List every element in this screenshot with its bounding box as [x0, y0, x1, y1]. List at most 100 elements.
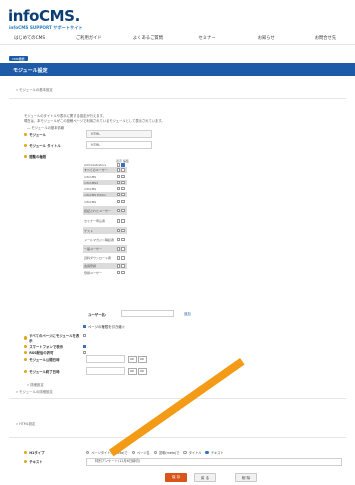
option-label: モジュール終了日時 — [24, 369, 82, 374]
view-permission-checkbox[interactable] — [116, 180, 120, 185]
permission-row: 登録ユーザー — [83, 270, 127, 275]
edit-permission-checkbox[interactable] — [121, 270, 125, 275]
permission-name: infoCMS — [84, 199, 97, 204]
permission-row: 資料ダウンロード者 — [83, 254, 127, 262]
breadcrumb[interactable]: CMS機能 — [9, 56, 28, 61]
nav-item-first-cms[interactable]: はじめてのCMS — [0, 33, 59, 44]
h1-type-radio[interactable] — [205, 450, 209, 455]
edit-permission-checkbox[interactable] — [121, 180, 125, 185]
view-permission-checkbox[interactable] — [116, 256, 120, 260]
permission-row: セミナー申込者 — [83, 216, 127, 226]
text-input[interactable]: 特別アンケート(12月6日締切) — [86, 458, 342, 466]
view-permission-checkbox[interactable] — [116, 219, 120, 223]
view-permission-checkbox[interactable] — [116, 264, 120, 268]
edit-permission-checkbox[interactable] — [121, 264, 125, 268]
publish-date-input[interactable] — [86, 355, 125, 363]
edit-permission-checkbox[interactable] — [121, 256, 125, 260]
option-checkbox[interactable] — [83, 345, 87, 349]
required-dot-icon — [24, 154, 28, 159]
site-logo[interactable]: infoCMS. — [8, 7, 80, 25]
h1-type-radio[interactable] — [131, 450, 135, 455]
view-permission-checkbox[interactable] — [116, 168, 120, 172]
module-field: HTML — [86, 130, 152, 138]
required-dot-icon — [24, 350, 28, 355]
permission-name: infoCMS2 — [84, 180, 99, 185]
view-permission-checkbox[interactable] — [116, 237, 120, 242]
view-permission-checkbox[interactable] — [116, 247, 120, 251]
permission-name: infoCMS — [84, 186, 97, 191]
detail-settings-toggle[interactable]: » 詳細設定 — [27, 382, 44, 387]
minute-select[interactable]: 00 — [138, 356, 147, 363]
permission-name: 会員登録 — [84, 264, 97, 268]
view-permission-checkbox[interactable] — [116, 186, 120, 191]
view-permission-checkbox[interactable] — [116, 174, 120, 179]
nav-divider — [0, 44, 355, 45]
view-permission-checkbox[interactable] — [116, 192, 120, 197]
edit-permission-checkbox[interactable] — [121, 192, 125, 197]
view-permission-label: 閲覧の権限 — [24, 154, 46, 159]
edit-permission-checkbox[interactable] — [121, 247, 125, 251]
edit-permission-checkbox[interactable] — [121, 199, 125, 204]
permission-row: 会員登録 — [83, 263, 127, 269]
end-minute-select[interactable]: 00 — [138, 368, 147, 375]
edit-permission-checkbox[interactable] — [121, 237, 125, 242]
nav-item-seminar[interactable]: セミナー — [178, 33, 237, 44]
edit-permission-checkbox[interactable] — [121, 186, 125, 191]
inherit-permission-checkbox[interactable] — [83, 324, 87, 329]
username-input[interactable] — [121, 310, 174, 317]
option-checkbox[interactable] — [83, 334, 87, 338]
edit-permission-checkbox[interactable] — [121, 228, 125, 233]
hour-select[interactable]: 00 — [128, 356, 137, 363]
edit-permission-checkbox[interactable] — [121, 168, 125, 172]
inherit-permission-row[interactable]: ページの権限を引き継ぐ — [83, 324, 125, 329]
h1-type-radio[interactable] — [86, 450, 90, 455]
module-title-input[interactable]: HTML — [86, 141, 152, 149]
permission-name: ゲスト — [84, 228, 94, 233]
view-permission-checkbox[interactable] — [116, 208, 120, 213]
required-dot-icon — [24, 143, 28, 148]
page-title-bar — [0, 63, 355, 76]
h1-type-radio-group: ページタイトル(meta)で ページ名 説明(meta)で タイトル テキスト — [86, 450, 227, 455]
back-button[interactable]: 戻 る — [194, 473, 216, 482]
add-user-button[interactable]: 追加 — [184, 311, 191, 316]
nav-item-news[interactable]: お知らせ — [237, 33, 296, 44]
required-dot-icon — [24, 450, 28, 455]
end-hour-select[interactable]: 00 — [128, 368, 137, 375]
h1-type-option-label: ページ名 — [136, 451, 150, 455]
h1-type-radio[interactable] — [183, 450, 187, 455]
end-date-input[interactable] — [86, 367, 125, 375]
divider — [9, 398, 346, 399]
divider — [9, 98, 346, 99]
save-button[interactable]: 保 存 — [165, 473, 187, 482]
description-line-2: 現在は、本モジュールがこの投稿ページで利用されているモジュールとして表示されてい… — [24, 119, 165, 123]
username-label: ユーザー名: — [88, 313, 107, 317]
permission-row: ゲスト — [83, 227, 127, 234]
option-checkbox[interactable] — [83, 351, 87, 355]
h1-type-option-label: タイトル — [188, 451, 202, 455]
module-details-link[interactable]: » モジュールの詳細設定 — [16, 389, 53, 394]
nav-item-contact[interactable]: お問合せ先 — [296, 33, 355, 44]
permission-name: セミナー申込者 — [84, 219, 106, 223]
permission-name: infoCMS — [84, 174, 97, 179]
required-dot-icon — [24, 132, 28, 137]
option-label: スマートフォンで表示 — [24, 344, 82, 349]
delete-button[interactable]: 削 除 — [235, 473, 257, 482]
view-permission-checkbox[interactable] — [116, 270, 120, 275]
h1-type-label: H1タイプ — [24, 450, 45, 455]
edit-permission-checkbox[interactable] — [121, 219, 125, 223]
required-dot-icon — [24, 344, 28, 349]
edit-permission-checkbox[interactable] — [121, 208, 125, 213]
nav-item-faq[interactable]: よくあるご質問 — [118, 33, 177, 44]
edit-permission-checkbox[interactable] — [121, 174, 125, 179]
h1-type-radio[interactable] — [153, 450, 157, 455]
permission-name: 認証されたユーザー — [84, 208, 111, 213]
permission-row: 一般ユーザー — [83, 245, 127, 253]
view-permission-checkbox[interactable] — [116, 199, 120, 204]
view-permission-checkbox[interactable] — [116, 228, 120, 233]
module-title-label: モジュール タイトル — [24, 143, 61, 148]
basic-settings-link[interactable]: » モジュールの基本設定 — [16, 87, 53, 92]
required-dot-icon — [24, 357, 28, 362]
html-settings-link[interactable]: » HTML設定 — [16, 421, 35, 426]
required-dot-icon — [24, 459, 28, 464]
nav-item-guide[interactable]: ご利用ガイド — [59, 33, 118, 44]
